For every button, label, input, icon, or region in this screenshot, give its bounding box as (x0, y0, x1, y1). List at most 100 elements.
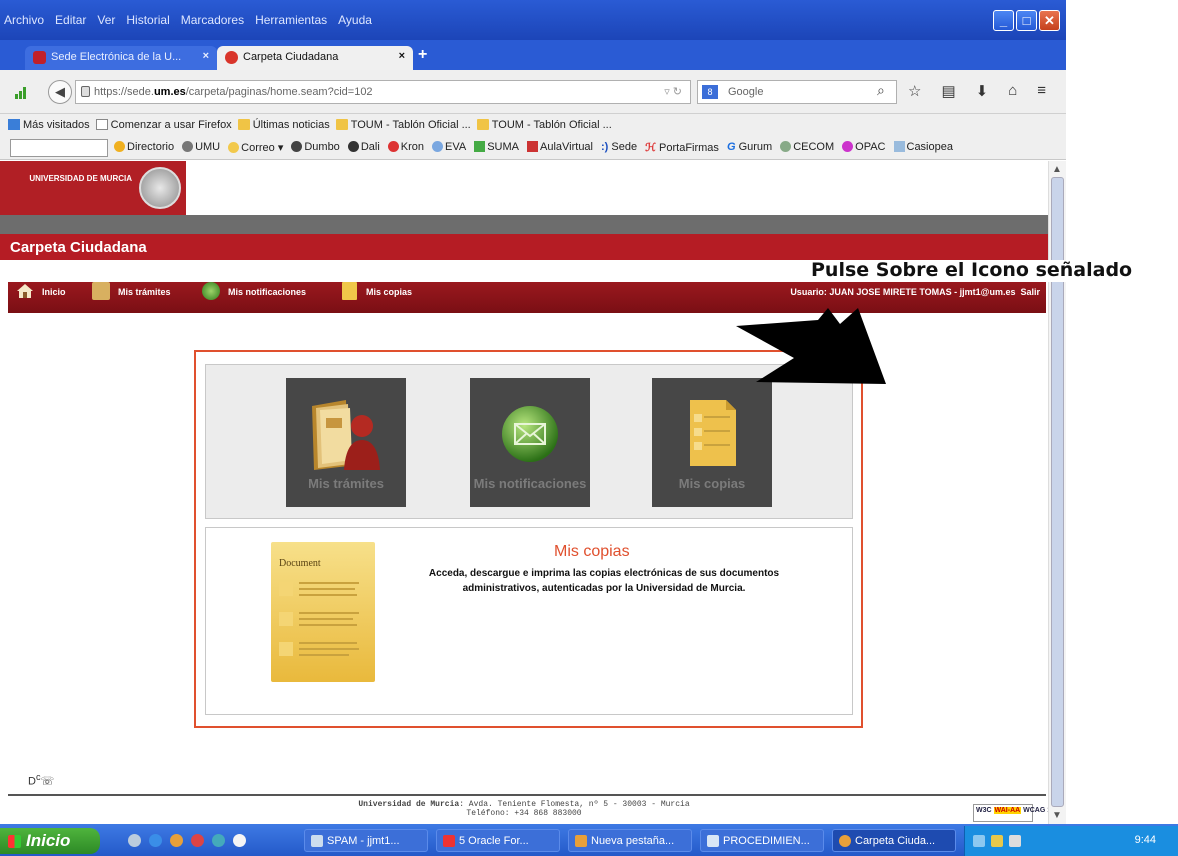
menu-marcadores[interactable]: Marcadores (181, 13, 244, 27)
link-directorio[interactable]: Directorio (114, 141, 174, 154)
toolbar-search-field[interactable] (10, 139, 108, 157)
scroll-down-icon[interactable]: ▼ (1052, 810, 1062, 821)
detail-description: Acceda, descargue e imprima las copias e… (428, 568, 780, 594)
um-favicon-icon (225, 51, 238, 64)
accessibility-icon[interactable]: Dc☏ (28, 772, 54, 788)
windows-flag-icon (8, 835, 21, 848)
link-dumbo[interactable]: Dumbo (291, 141, 340, 154)
bookmark-item[interactable]: Más visitados (8, 119, 90, 131)
detail-title: Mis copias (554, 543, 630, 560)
taskbar-item-active[interactable]: Carpeta Ciuda... (832, 829, 956, 852)
link-portafirmas[interactable]: ℋ PortaFirmas (645, 141, 719, 154)
quicklaunch-icon[interactable] (212, 834, 225, 847)
nav-mis-copias[interactable]: Mis copias (342, 282, 412, 300)
network-icon[interactable] (973, 835, 985, 847)
maximize-button[interactable]: □ (1016, 10, 1037, 31)
quicklaunch-icon[interactable] (191, 834, 204, 847)
site-header: UNIVERSIDAD DE MURCIA (0, 161, 1048, 215)
folder-icon (335, 119, 348, 130)
tile-mis-tramites[interactable]: Mis trámites (286, 378, 406, 507)
search-input[interactable]: 8 Google (697, 80, 897, 104)
url-bar[interactable]: https://sede.um.es/carpeta/paginas/home.… (75, 80, 691, 104)
scroll-up-icon[interactable]: ▲ (1052, 164, 1062, 175)
tile-mis-copias[interactable]: Mis copias (652, 378, 772, 507)
close-window-button[interactable]: ✕ (1039, 10, 1060, 31)
search-icon[interactable]: ⌕ (877, 82, 885, 99)
link-eva[interactable]: EVA (432, 141, 466, 154)
menu-editar[interactable]: Editar (55, 13, 86, 27)
google-icon[interactable]: 8 (702, 85, 718, 99)
new-tab-button[interactable]: + (418, 46, 427, 64)
dumbo-icon (291, 141, 303, 152)
ie-icon[interactable] (149, 834, 162, 847)
suma-icon (474, 141, 486, 152)
menu-historial[interactable]: Historial (126, 13, 169, 27)
link-kron[interactable]: Kron (387, 141, 424, 154)
tile-label: Mis notificaciones (473, 476, 587, 491)
bookmark-item[interactable]: Comenzar a usar Firefox (95, 119, 232, 131)
dali-icon (347, 141, 359, 152)
tray-icon[interactable] (1009, 835, 1021, 847)
link-cecom[interactable]: CECOM (780, 141, 834, 154)
university-logo[interactable]: UNIVERSIDAD DE MURCIA (0, 161, 186, 215)
clipboard-icon[interactable]: ▤ (941, 82, 955, 100)
section-title: Carpeta Ciudadana (0, 234, 1048, 260)
nav-inicio[interactable]: Inicio (17, 284, 66, 298)
toolbar-links: Directorio UMU Correo ▾ Dumbo Dali Kron … (114, 141, 953, 154)
tab-close-icon[interactable]: × (203, 50, 209, 62)
university-seal-icon (139, 167, 181, 209)
firefox-icon[interactable] (170, 834, 183, 847)
link-suma[interactable]: SUMA (474, 141, 519, 154)
start-button[interactable]: Inicio (0, 828, 100, 854)
folder-person-icon (92, 282, 110, 300)
tray-icon[interactable] (991, 835, 1003, 847)
url-prefix: https://sede. (94, 86, 154, 98)
app-icon (311, 835, 323, 847)
minimize-button[interactable]: _ (993, 10, 1014, 31)
bookmark-item[interactable]: TOUM - Tablón Oficial ... (335, 119, 471, 131)
wai-badge[interactable]: W3C WAI-AA WCAG 1.0 (973, 804, 1057, 822)
quicklaunch-icon[interactable] (128, 834, 141, 847)
logout-link[interactable]: Salir (1020, 287, 1040, 297)
menu-herramientas[interactable]: Herramientas (255, 13, 327, 27)
link-dali[interactable]: Dali (347, 141, 380, 154)
tab-carpeta-ciudadana[interactable]: Carpeta Ciudadana × (217, 46, 413, 70)
menu-ayuda[interactable]: Ayuda (338, 13, 372, 27)
reload-icon[interactable]: ▿ ↻ (664, 85, 682, 98)
bookmarks-bar: Más visitados Comenzar a usar Firefox Úl… (0, 114, 1066, 136)
bookmark-item[interactable]: TOUM - Tablón Oficial ... (476, 119, 612, 131)
menu-archivo[interactable]: Archivo (4, 13, 44, 27)
opac-icon (842, 141, 854, 152)
link-gurum[interactable]: G Gurum (727, 141, 772, 154)
star-icon[interactable]: ☆ (908, 82, 921, 100)
back-button[interactable]: ◀ (48, 80, 72, 104)
link-umu[interactable]: UMU (182, 141, 220, 154)
doc-line (279, 608, 367, 634)
taskbar-item[interactable]: SPAM - jjmt1... (304, 829, 428, 852)
menu-icon[interactable]: ≡ (1037, 82, 1046, 100)
system-tray: 9:44 (964, 826, 1178, 856)
cecom-icon (780, 141, 792, 152)
taskbar-item[interactable]: PROCEDIMIEN... (700, 829, 824, 852)
link-opac[interactable]: OPAC (842, 141, 886, 154)
tab-close-icon[interactable]: × (399, 50, 405, 62)
taskbar-item[interactable]: 5 Oracle For... (436, 829, 560, 852)
quicklaunch-icon[interactable] (233, 834, 246, 847)
tile-mis-notificaciones[interactable]: Mis notificaciones (470, 378, 590, 507)
folder-person-icon (312, 400, 380, 470)
taskbar-item[interactable]: Nueva pestaña... (568, 829, 692, 852)
home-icon[interactable]: ⌂ (1008, 82, 1017, 100)
menu-ver[interactable]: Ver (97, 13, 115, 27)
tab-sede-electronica[interactable]: Sede Electrónica de la U... × (25, 46, 217, 70)
page-icon (95, 119, 108, 130)
link-sede[interactable]: :) Sede (601, 141, 637, 154)
link-casiopea[interactable]: Casiopea (893, 141, 953, 154)
nav-mis-notificaciones[interactable]: Mis notificaciones (202, 282, 306, 300)
signal-icon (15, 87, 27, 99)
link-aulavirtual[interactable]: AulaVirtual (527, 141, 593, 154)
link-correo[interactable]: Correo ▾ (228, 141, 283, 154)
app-icon (443, 835, 455, 847)
download-icon[interactable]: ⬇ (976, 82, 989, 100)
nav-mis-tramites[interactable]: Mis trámites (92, 282, 171, 300)
bookmark-item[interactable]: Últimas noticias (237, 119, 330, 131)
